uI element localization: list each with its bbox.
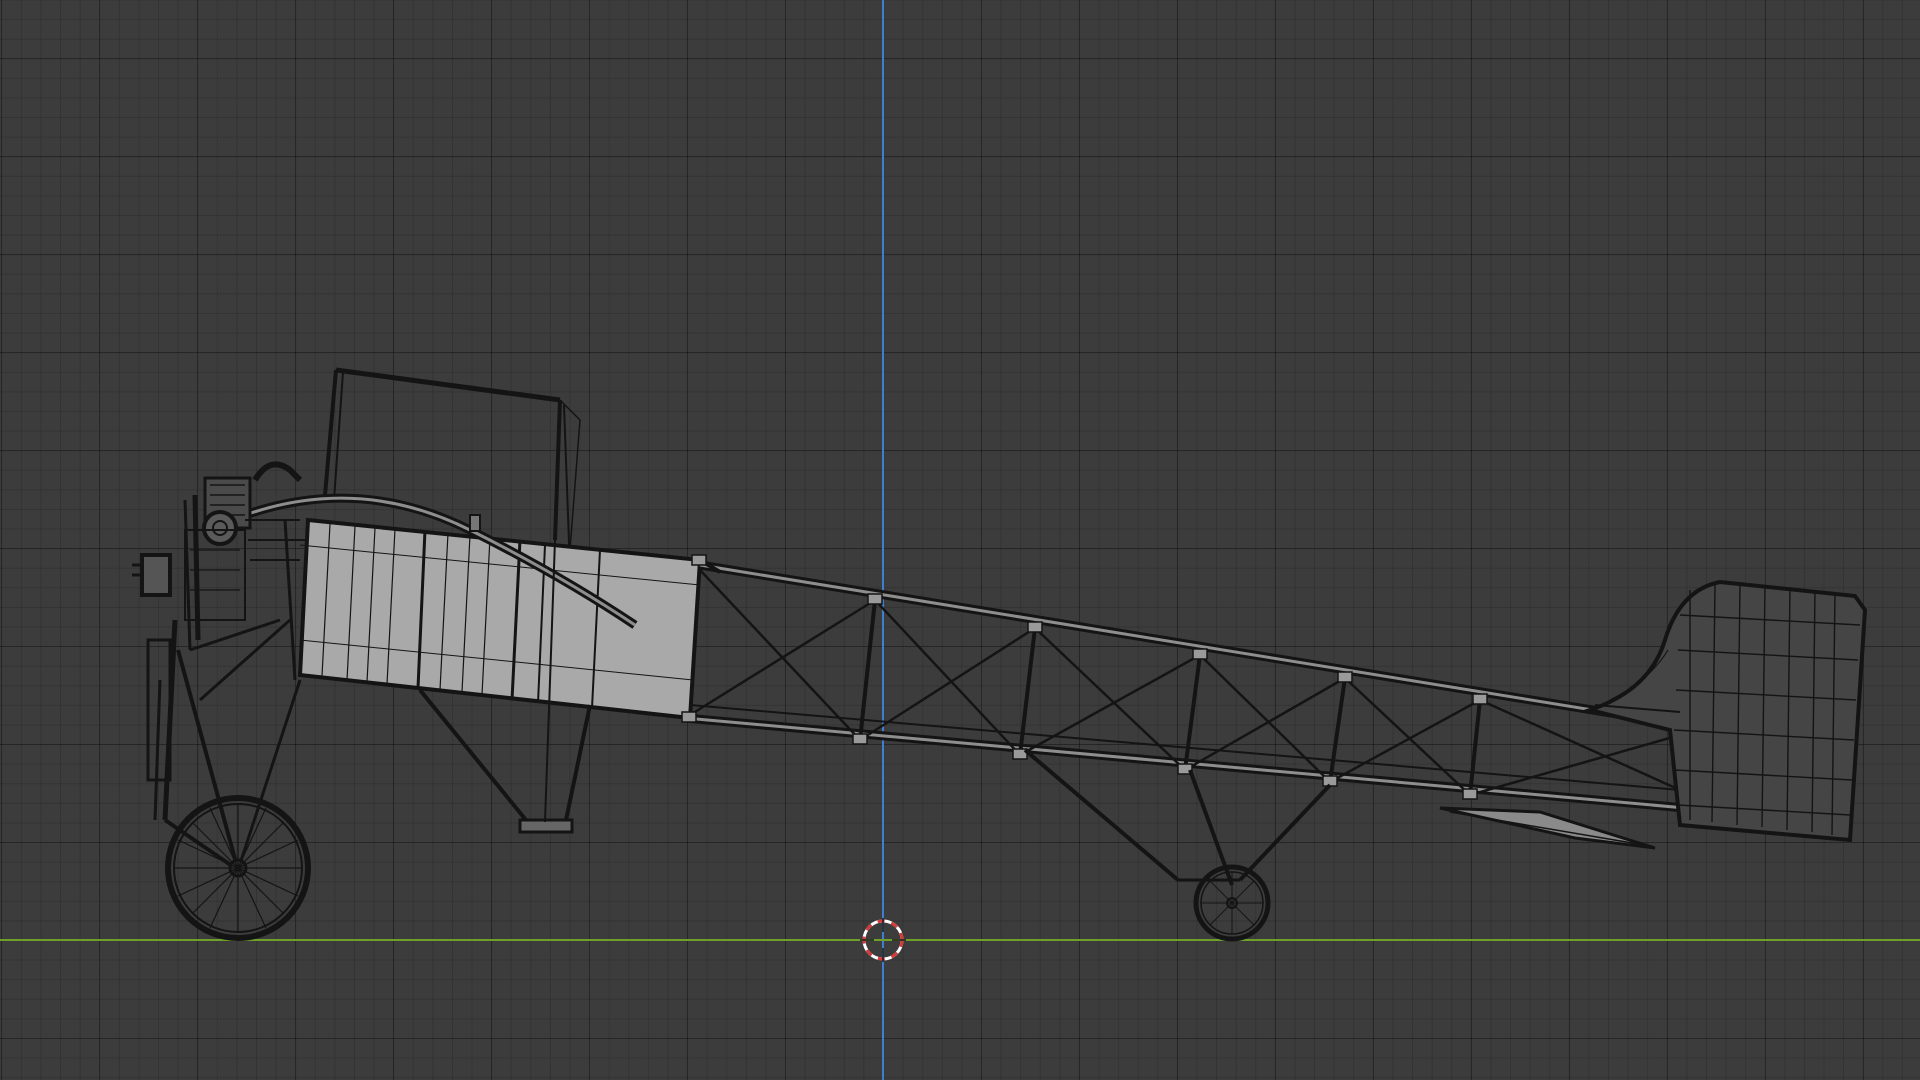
front-wheel (165, 795, 311, 941)
front-landing-gear (146, 618, 302, 872)
aircraft-wireframe[interactable] (0, 0, 1920, 1080)
3d-viewport[interactable] (0, 0, 1920, 1080)
horizontal-stabilizer (1439, 806, 1656, 850)
engine-block (132, 461, 305, 681)
3d-cursor-icon[interactable] (860, 918, 906, 964)
rear-wheel (1193, 864, 1271, 942)
fuselage-truss (684, 560, 1686, 813)
